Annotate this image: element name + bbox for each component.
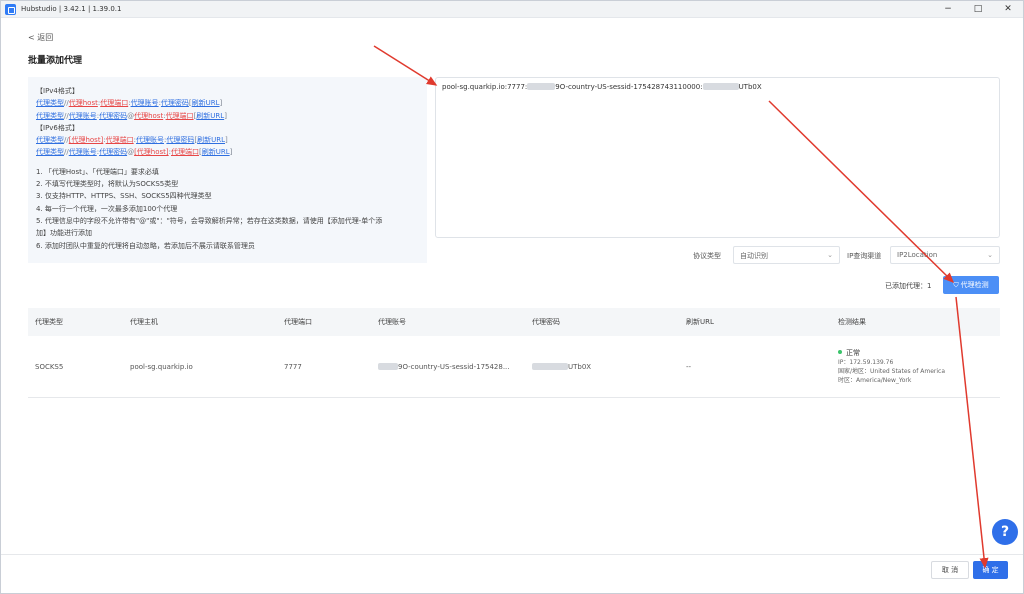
cell-account: 9O-country-US-sessid-175428... [371,362,525,371]
close-button[interactable]: ✕ [993,1,1023,18]
result-ip: IP：172.59.139.76 [838,358,894,366]
col-header: 刷新URL [686,318,714,326]
ipv6-format-2: 代理类型//代理账号:代理密码@[代理host]:代理端口[刷新URL] [36,148,233,157]
redacted-mask [378,362,398,370]
minimize-button[interactable]: − [933,1,963,18]
added-count: 已添加代理：1 [885,282,932,290]
status-text: 正常 [846,348,860,357]
title-bar: Hubstudio | 3.42.1 | 1.39.0.1 − □ ✕ [1,1,1023,18]
status-dot-icon [838,349,842,354]
page-title: 批量添加代理 [28,56,83,66]
table-row: SOCKS5 pool-sg.quarkip.io 7777 9O-countr… [28,336,1000,398]
proxy-input-textarea[interactable]: pool-sg.quarkip.io:7777: 9O-country-US-se… [435,77,1000,238]
note-1: 1. 「代理Host」、「代理端口」要求必填 [36,167,159,176]
result-timezone: 时区：America/New_York [838,376,912,384]
result-region: 国家/地区：United States of America [838,367,945,375]
ipv6-format-1: 代理类型//[代理host]:代理端口:代理账号:代理密码[刷新URL] [36,136,228,145]
cell-refresh: -- [686,362,692,371]
note-2: 2. 不填写代理类型时，将默认为SOCKS5类型 [36,180,179,189]
chevron-down-icon: ⌄ [987,251,993,259]
cell-port: 7777 [284,362,302,371]
protocol-type-select[interactable]: 自动识别 ⌄ [733,246,840,264]
redacted-mask [702,83,739,90]
col-header: 代理端口 [284,318,312,326]
ip-channel-select[interactable]: IP2Location ⌄ [890,246,1000,264]
col-header: 代理账号 [378,318,406,326]
cell-type: SOCKS5 [35,362,64,371]
help-icon[interactable]: ? [992,519,1018,545]
window-title: Hubstudio | 3.42.1 | 1.39.0.1 [21,5,122,13]
ipv6-header: 【IPv6格式】 [36,123,79,132]
note-6: 6. 添加时团队中重复的代理将自动忽略，若添加后不展示请联系管理员 [36,241,255,250]
shield-check-icon: ⛉ [953,280,959,289]
note-4: 4. 每一行一个代理，一次最多添加100个代理 [36,204,178,213]
col-header: 代理密码 [532,318,560,326]
note-5: 5. 代理信息中的字段不允许带有"@"或"："符号，会导致解析异常；若存在这类数… [36,216,383,225]
cell-host: pool-sg.quarkip.io [130,362,193,371]
app-window: Hubstudio | 3.42.1 | 1.39.0.1 − □ ✕ < 返回… [0,0,1024,594]
chevron-down-icon: ⌄ [827,251,833,259]
cell-password: UTb0X [525,362,679,371]
table-header: 代理类型 代理主机 代理端口 代理账号 代理密码 刷新URL 检测结果 [28,308,1000,336]
protocol-type-label: 协议类型 [693,252,721,260]
confirm-button[interactable]: 确 定 [973,561,1008,579]
ipv4-format-2: 代理类型//代理账号:代理密码@代理host:代理端口[刷新URL] [36,111,227,120]
footer-divider [1,554,1023,555]
redacted-mask [527,83,556,90]
note-3: 3. 仅支持HTTP、HTTPS、SSH、SOCKS5四种代理类型 [36,192,212,201]
maximize-button[interactable]: □ [963,1,993,18]
cancel-button[interactable]: 取 消 [931,561,969,579]
col-header: 代理类型 [35,318,63,326]
cell-check-result: 正常 IP：172.59.139.76 国家/地区：United States … [831,349,1000,385]
proxy-table: 代理类型 代理主机 代理端口 代理账号 代理密码 刷新URL 检测结果 SOCK… [28,308,1000,398]
note-5-cont: 加】功能进行添加 [36,229,92,238]
ipv4-header: 【IPv4格式】 [36,87,79,95]
redacted-mask [532,362,568,370]
back-link[interactable]: < 返回 [28,32,53,43]
col-header: 检测结果 [838,318,866,326]
col-header: 代理主机 [130,318,158,326]
format-help-panel: 【IPv4格式】 代理类型//代理host:代理端口:代理账号:代理密码[刷新U… [28,77,427,263]
proxy-check-button[interactable]: ⛉ 代理检测 [943,276,999,294]
ipv4-format-1: 代理类型//代理host:代理端口:代理账号:代理密码[刷新URL] [36,99,223,108]
ip-channel-label: IP查询渠道 [847,252,882,260]
hubstudio-logo-icon [5,3,16,15]
